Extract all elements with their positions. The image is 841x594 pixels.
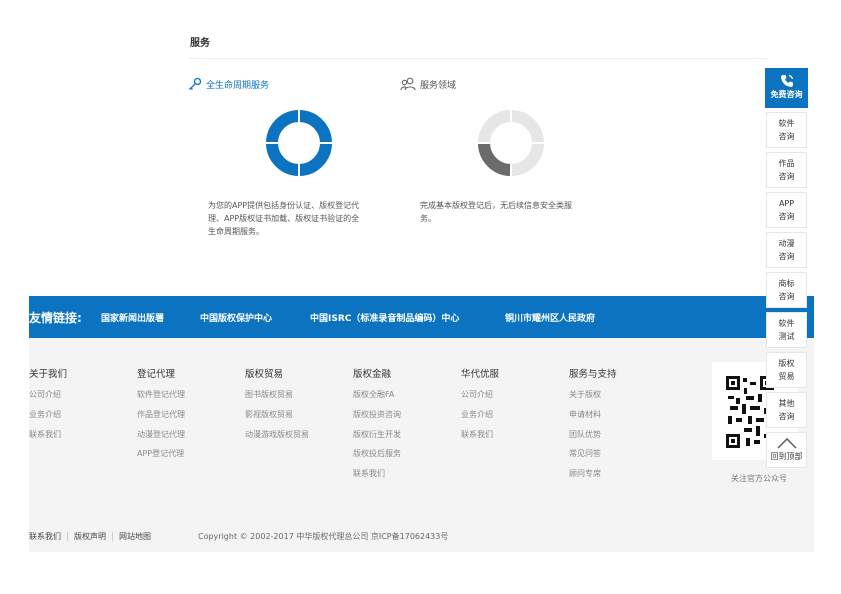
sidebar-item-label: 咨询 bbox=[778, 292, 795, 301]
sidebar-item-other-consult[interactable]: 其他 咨询 bbox=[766, 392, 807, 428]
footer-link[interactable]: 作品登记代理 bbox=[137, 409, 185, 420]
desc-line: 为您的APP提供包括身份认证、版权登记代 bbox=[208, 201, 360, 210]
divider bbox=[112, 532, 113, 541]
phone-icon bbox=[780, 74, 793, 87]
footer-link[interactable]: 图书版权贸易 bbox=[245, 389, 293, 400]
section-divider bbox=[188, 58, 768, 59]
service-area-desc: 完成基本版权登记后，无后续信息安全类服 务。 bbox=[420, 199, 610, 225]
friend-link[interactable]: 中国版权保护中心 bbox=[200, 311, 272, 324]
footer-link[interactable]: 常见问答 bbox=[569, 448, 601, 459]
friend-link[interactable]: 铜川市耀州区人民政府 bbox=[505, 311, 595, 324]
desc-line: 务。 bbox=[420, 214, 436, 223]
footer-col-title: 服务与支持 bbox=[569, 369, 617, 380]
footer-link[interactable]: 联系我们 bbox=[29, 429, 61, 440]
friend-links-bar: 友情链接: 国家新闻出版署 中国版权保护中心 中国ISRC（标准录音制品编码）中… bbox=[29, 296, 814, 338]
chevron-up-icon bbox=[777, 438, 796, 449]
sidebar-item-label: 其他 bbox=[778, 399, 795, 408]
service-area-label: 服务领域 bbox=[420, 80, 457, 91]
sidebar-item-label: 软件 bbox=[778, 319, 795, 328]
sidebar-item-app-consult[interactable]: APP 咨询 bbox=[766, 192, 807, 228]
service-area-heading[interactable]: 服务领域 bbox=[400, 77, 456, 91]
footer-link[interactable]: 公司介绍 bbox=[29, 389, 61, 400]
footer-link[interactable]: 版权全融FA bbox=[353, 389, 394, 400]
footer-col-title: 关于我们 bbox=[29, 369, 68, 380]
service-lifecycle-heading[interactable]: 全生命周期服务 bbox=[188, 77, 269, 91]
sidebar-item-label: 软件 bbox=[778, 119, 795, 128]
back-to-top-button[interactable]: 回到顶部 bbox=[766, 432, 807, 468]
friend-link[interactable]: 中国ISRC（标准录音制品编码）中心 bbox=[310, 311, 459, 324]
service-lifecycle-desc: 为您的APP提供包括身份认证、版权登记代 理、APP版权证书加载、版权证书验证的… bbox=[208, 199, 398, 238]
footer-bottom-links: 联系我们 版权声明 网站地图 bbox=[29, 531, 151, 542]
sidebar-item-software-test[interactable]: 软件 测试 bbox=[766, 312, 807, 348]
sidebar-item-label: 版权 bbox=[778, 359, 795, 368]
footer-link[interactable]: 软件登记代理 bbox=[137, 389, 185, 400]
friend-links-label: 友情链接: bbox=[29, 311, 82, 325]
footer-link[interactable]: 联系我们 bbox=[353, 468, 385, 479]
footer-link[interactable]: 业务介绍 bbox=[29, 409, 61, 420]
footer-col-title: 登记代理 bbox=[137, 369, 176, 380]
friend-link[interactable]: 国家新闻出版署 bbox=[101, 311, 164, 324]
bottom-link-contact[interactable]: 联系我们 bbox=[29, 531, 61, 542]
free-consult-label: 免费咨询 bbox=[770, 90, 803, 99]
footer-link[interactable]: 版权衍生开发 bbox=[353, 429, 401, 440]
sidebar-item-label: 动漫 bbox=[778, 239, 795, 248]
sidebar-item-anime-consult[interactable]: 动漫 咨询 bbox=[766, 232, 807, 268]
footer-link[interactable]: 动漫游戏版权贸易 bbox=[245, 429, 309, 440]
footer-link[interactable]: 影视版权贸易 bbox=[245, 409, 293, 420]
bottom-link-copyright[interactable]: 版权声明 bbox=[74, 531, 106, 542]
sidebar-item-label: 咨询 bbox=[778, 172, 795, 181]
sidebar-item-software-consult[interactable]: 软件 咨询 bbox=[766, 112, 807, 148]
sidebar-item-label: 测试 bbox=[778, 332, 795, 341]
service-lifecycle-label: 全生命周期服务 bbox=[206, 80, 270, 91]
sidebar-item-label: 商标 bbox=[778, 279, 795, 288]
footer-link[interactable]: 申请材料 bbox=[569, 409, 601, 420]
sidebar-item-label: 咨询 bbox=[778, 212, 795, 221]
footer-link[interactable]: 动漫登记代理 bbox=[137, 429, 185, 440]
desc-line: 完成基本版权登记后，无后续信息安全类服 bbox=[420, 201, 572, 210]
key-icon bbox=[189, 77, 202, 90]
footer-col-title: 版权贸易 bbox=[245, 369, 284, 380]
footer-link[interactable]: 公司介绍 bbox=[461, 389, 493, 400]
free-consult-button[interactable]: 免费咨询 bbox=[765, 68, 808, 108]
footer-link[interactable]: APP登记代理 bbox=[137, 448, 184, 459]
sidebar-item-trademark-consult[interactable]: 商标 咨询 bbox=[766, 272, 807, 308]
sidebar-item-works-consult[interactable]: 作品 咨询 bbox=[766, 152, 807, 188]
footer-link[interactable]: 版权投后服务 bbox=[353, 448, 401, 459]
footer-col-title: 版权金融 bbox=[353, 369, 392, 380]
bottom-link-sitemap[interactable]: 网站地图 bbox=[119, 531, 151, 542]
service-area-donut bbox=[478, 110, 544, 176]
footer-link[interactable]: 联系我们 bbox=[461, 429, 493, 440]
sidebar-item-label: 作品 bbox=[778, 159, 795, 168]
desc-line: 理、APP版权证书加载、版权证书验证的全 bbox=[208, 214, 360, 223]
sidebar-item-label: APP bbox=[778, 199, 795, 208]
users-icon bbox=[400, 77, 416, 91]
consult-sidebar: 免费咨询 软件 咨询 作品 咨询 APP 咨询 动漫 咨询 商标 咨询 软件 测试 版权 贸易… bbox=[765, 68, 808, 468]
qr-label: 关注官方公众号 bbox=[731, 474, 787, 483]
section-title: 服务 bbox=[190, 38, 210, 49]
sidebar-item-label: 贸易 bbox=[778, 372, 795, 381]
sidebar-item-label: 咨询 bbox=[778, 132, 795, 141]
desc-line: 生命周期服务。 bbox=[208, 227, 264, 236]
footer: 关于我们 公司介绍 业务介绍 联系我们 登记代理 软件登记代理 作品登记代理 动… bbox=[29, 338, 814, 552]
back-to-top-label: 回到顶部 bbox=[770, 452, 803, 461]
footer-col-title: 华代优服 bbox=[461, 369, 500, 380]
sidebar-item-label: 咨询 bbox=[778, 252, 795, 261]
divider bbox=[67, 532, 68, 541]
sidebar-item-copyright-trade[interactable]: 版权 贸易 bbox=[766, 352, 807, 388]
footer-link[interactable]: 团队优势 bbox=[569, 429, 601, 440]
sidebar-item-label: 咨询 bbox=[778, 412, 795, 421]
footer-link[interactable]: 顾问专席 bbox=[569, 468, 601, 479]
footer-link[interactable]: 版权投资咨询 bbox=[353, 409, 401, 420]
copyright-text: Copyright © 2002-2017 中华版权代理总公司 京ICP备170… bbox=[198, 532, 449, 541]
service-lifecycle-donut bbox=[266, 110, 332, 176]
footer-link[interactable]: 关于版权 bbox=[569, 389, 601, 400]
footer-link[interactable]: 业务介绍 bbox=[461, 409, 493, 420]
